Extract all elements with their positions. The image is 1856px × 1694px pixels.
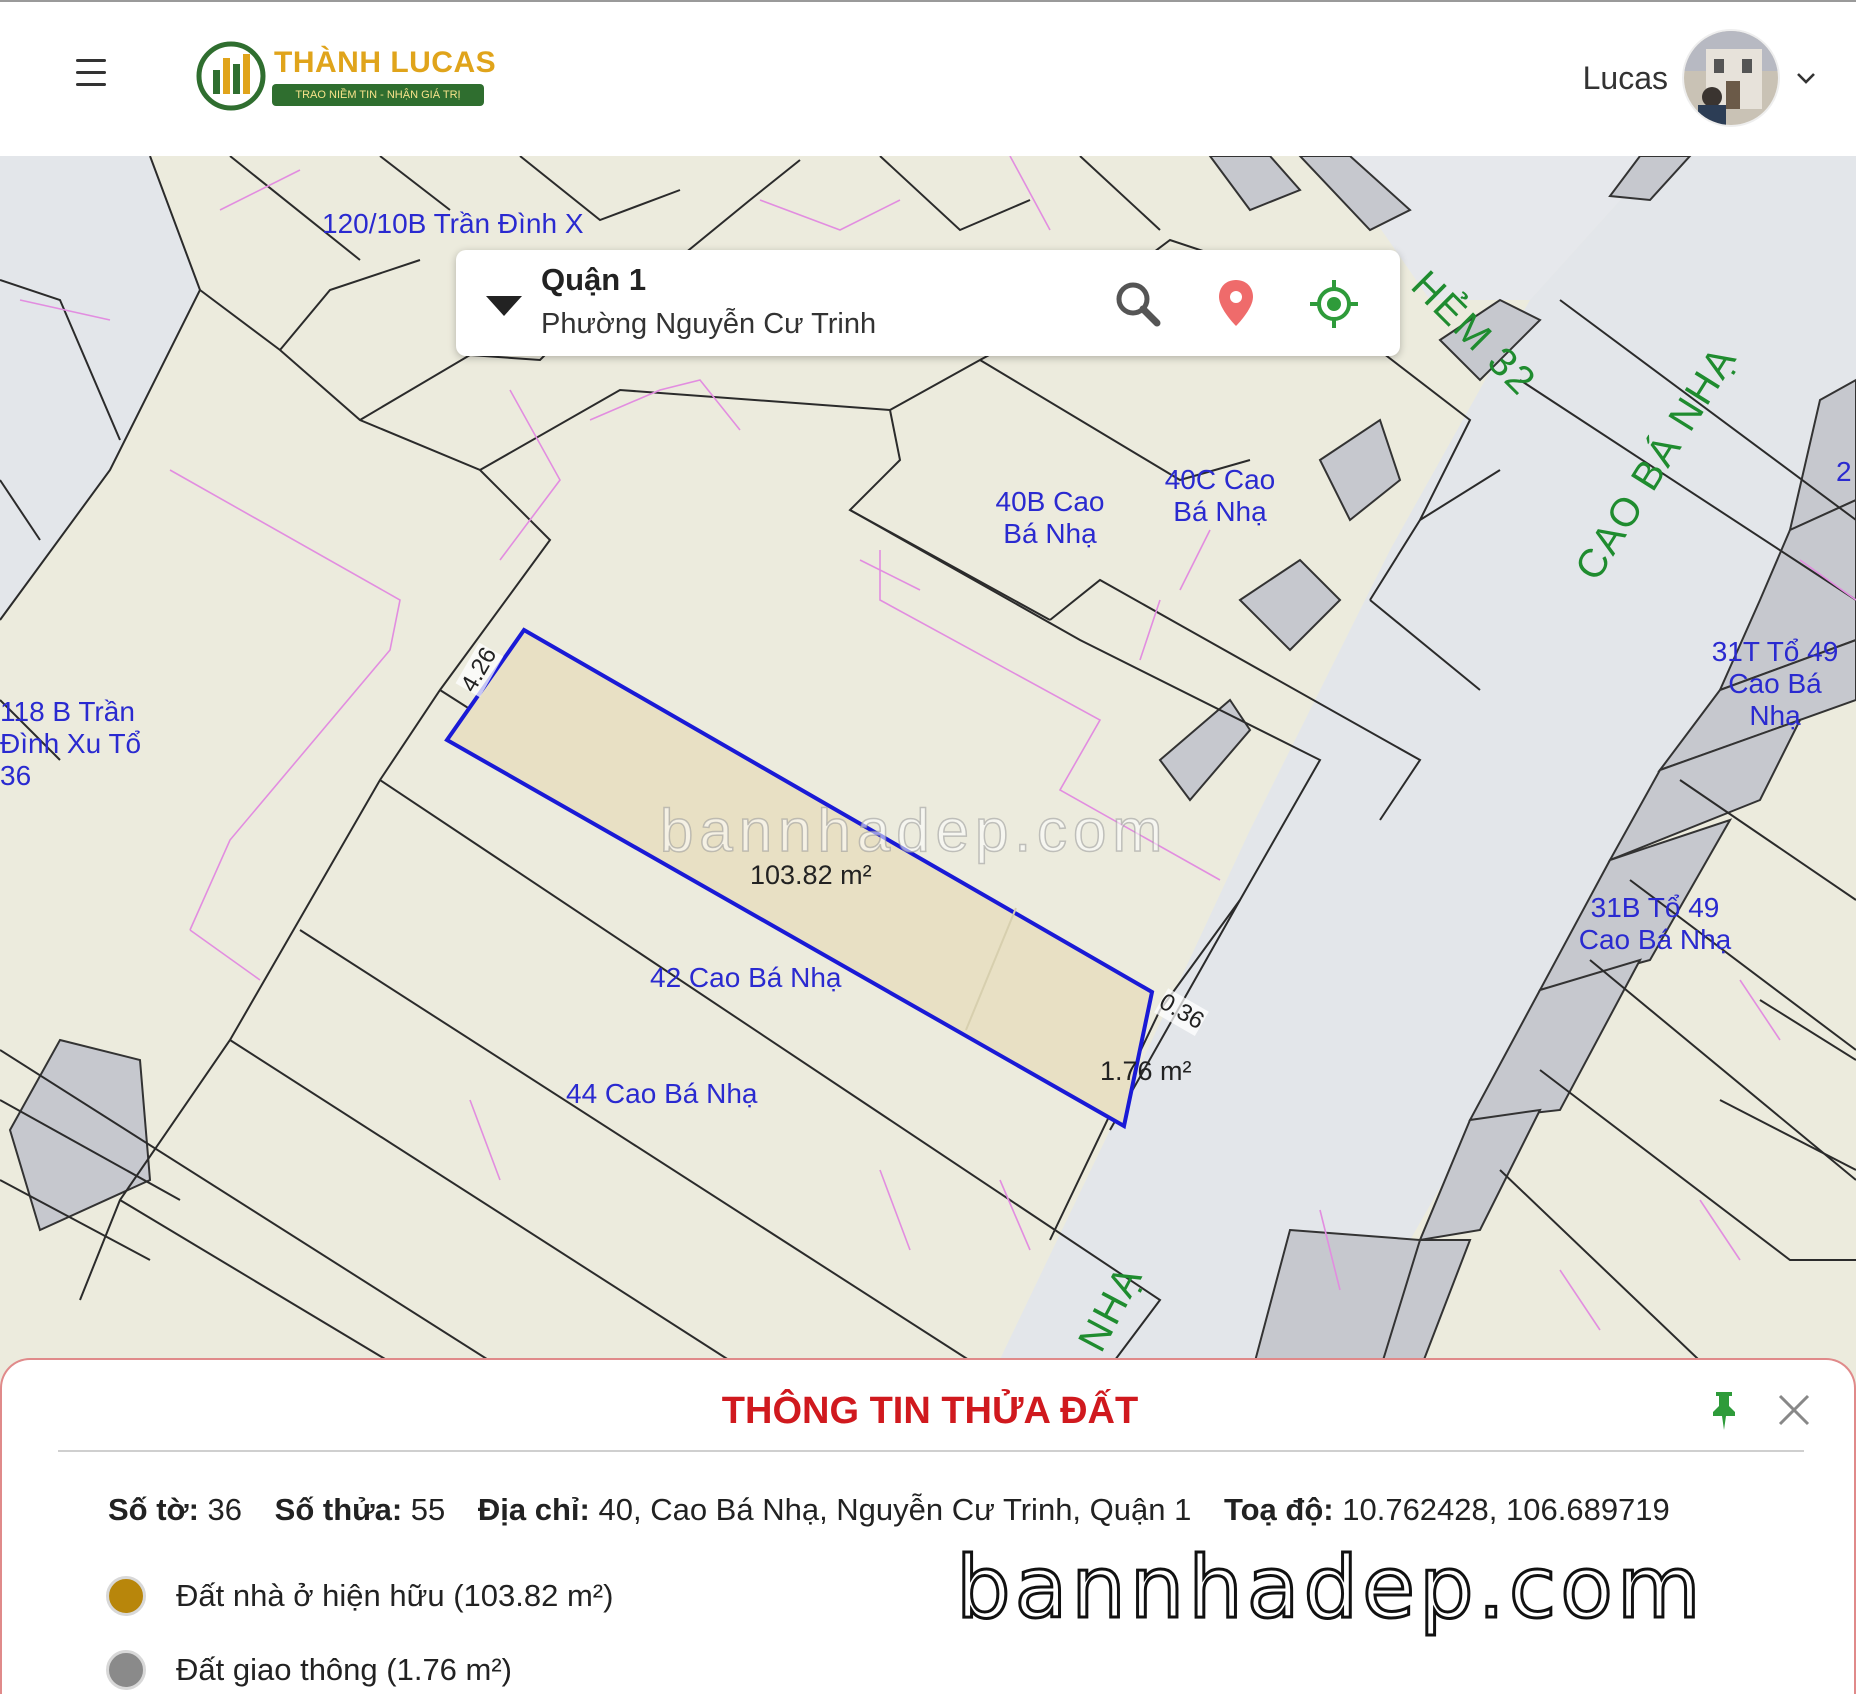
address-value: 40, Cao Bá Nhạ, Nguyễn Cư Trinh, Quận 1: [598, 1492, 1192, 1527]
legend-dot: [106, 1650, 146, 1690]
menu-icon-bar: [76, 71, 106, 74]
logo-emblem-icon: [196, 41, 266, 111]
user-menu[interactable]: Lucas: [1583, 28, 1818, 128]
sheet-number-value: 36: [207, 1492, 243, 1527]
brand-name: THÀNH LUCAS: [274, 46, 497, 79]
parcel-label: 40C Cao Bá Nhạ: [1164, 464, 1276, 527]
parcel-number-value: 55: [410, 1492, 446, 1527]
parcel-label: 120/10B Trần Đình X: [322, 208, 584, 239]
hamburger-menu-button[interactable]: [72, 56, 112, 90]
brand-logo[interactable]: THÀNH LUCAS TRAO NIỀM TIN - NHẬN GIÁ TRỊ: [196, 36, 496, 116]
parcel-label: 42 Cao Bá Nhạ: [650, 962, 842, 993]
pin-icon[interactable]: [1702, 1388, 1746, 1432]
road-area-label: 1.76 m²: [1100, 1056, 1192, 1086]
legend-item-road: Đất giao thông (1.76 m²): [106, 1646, 512, 1694]
parcel-label: 40B Cao Bá Nhạ: [995, 486, 1105, 549]
watermark: bannhadep.com: [659, 796, 1169, 865]
parcel-number-label: Số thửa:: [274, 1492, 403, 1527]
watermark: bannhadep.com: [955, 1537, 1705, 1640]
legend-label: Đất giao thông (1.76 m²): [176, 1652, 513, 1687]
coordinates-label: Toạ độ:: [1223, 1492, 1334, 1527]
my-location-icon[interactable]: [1306, 276, 1362, 332]
legend-item-residential: Đất nhà ở hiện hữu (103.82 m²): [106, 1572, 613, 1620]
brand-tagline: TRAO NIỀM TIN - NHẬN GIÁ TRỊ: [272, 84, 484, 106]
search-icon[interactable]: [1110, 276, 1166, 332]
divider: [58, 1450, 1804, 1452]
sheet-number-label: Số tờ:: [108, 1492, 199, 1527]
location-card: Quận 1 Phường Nguyễn Cư Trinh: [456, 250, 1400, 356]
parcel-info-panel: THÔNG TIN THỬA ĐẤT Số tờ: 36 Số thửa: 55…: [0, 1358, 1856, 1694]
map-pin-icon[interactable]: [1208, 276, 1264, 332]
legend-label: Đất nhà ở hiện hữu (103.82 m²): [176, 1578, 614, 1613]
parcel-label: 31B Tổ 49 Cao Bá Nhạ: [1578, 892, 1732, 955]
caret-down-icon[interactable]: [480, 288, 528, 322]
legend-dot: [106, 1576, 146, 1616]
road-tran-dinh-xu: [0, 156, 200, 620]
close-icon[interactable]: [1772, 1388, 1816, 1432]
ward-name: Phường Nguyễn Cư Trinh: [541, 308, 877, 340]
coordinates-value: 10.762428, 106.689719: [1342, 1492, 1670, 1527]
parcel-label: 2: [1836, 456, 1852, 487]
parcel-label: 118 B Trần Đình Xu Tổ 36: [0, 696, 142, 791]
menu-icon-bar: [76, 83, 106, 86]
avatar-photo-icon: [1684, 31, 1778, 125]
address-label: Địa chỉ:: [477, 1492, 590, 1527]
panel-title: THÔNG TIN THỬA ĐẤT: [721, 1390, 1139, 1432]
avatar: [1682, 29, 1780, 127]
menu-icon-bar: [76, 59, 106, 62]
parcel-label: 31T Tổ 49 Cao Bá Nhạ: [1711, 636, 1839, 731]
parcel-details: Số tờ: 36 Số thửa: 55 Địa chỉ: 40, Cao B…: [108, 1492, 1670, 1528]
user-name: Lucas: [1582, 59, 1668, 96]
parcel-label: 44 Cao Bá Nhạ: [566, 1078, 758, 1109]
chevron-down-icon: [1797, 73, 1815, 84]
district-name: Quận 1: [541, 262, 647, 297]
app-header: THÀNH LUCAS TRAO NIỀM TIN - NHẬN GIÁ TRỊ…: [0, 0, 1856, 156]
